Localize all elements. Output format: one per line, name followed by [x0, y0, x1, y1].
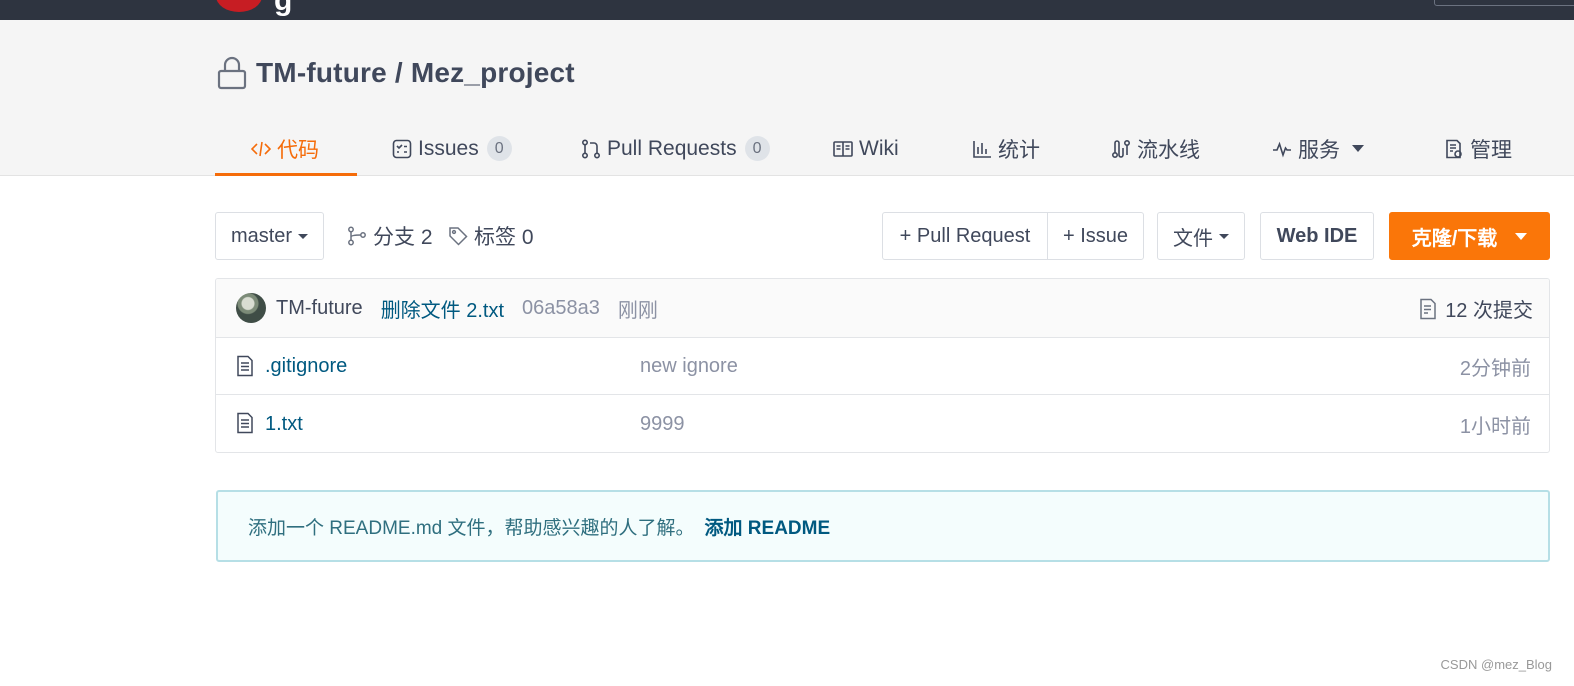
table-row[interactable]: .gitignore new ignore 2分钟前: [216, 339, 1549, 395]
file-name[interactable]: 1.txt: [265, 413, 303, 436]
file-list: TM-future 删除文件 2.txt 06a58a3 刚刚 12 次提交 .…: [215, 278, 1550, 453]
readme-tip-banner: 添加一个 README.md 文件，帮助感兴趣的人了解。 添加 README: [216, 490, 1550, 562]
file-icon: [237, 412, 253, 434]
gitee-logo-icon[interactable]: [216, 0, 262, 12]
tab-label: Pull Requests: [607, 136, 737, 160]
new-item-button-group: + Pull Request + Issue: [882, 212, 1144, 260]
tags-link[interactable]: 标签 0: [448, 212, 534, 260]
commit-count-label: 12 次提交: [1445, 300, 1533, 322]
commit-author[interactable]: TM-future: [276, 297, 363, 320]
pull-request-icon: [581, 138, 601, 159]
branch-select-label: master: [230, 224, 293, 247]
files-dropdown-label: 文件: [1173, 227, 1213, 250]
readme-tip-text: 添加一个 README.md 文件，帮助感兴趣的人了解。: [248, 517, 695, 539]
tab-label: 服务: [1298, 138, 1340, 162]
tab-label: 管理: [1470, 138, 1512, 162]
tab-admin[interactable]: 管理: [1444, 121, 1512, 176]
chevron-down-icon: [1352, 145, 1364, 152]
settings-doc-icon: [1446, 139, 1462, 158]
files-dropdown[interactable]: 文件: [1157, 212, 1245, 260]
file-commit-message[interactable]: 9999: [640, 413, 685, 436]
repo-header: TM-future / Mez_project 代码 Issues 0 Pull…: [0, 20, 1574, 176]
tab-pull-requests[interactable]: Pull Requests 0: [581, 121, 770, 176]
tab-issues[interactable]: Issues 0: [392, 121, 512, 176]
branches-link[interactable]: 分支 2: [347, 212, 433, 260]
tab-label: 统计: [998, 138, 1040, 162]
web-ide-button[interactable]: Web IDE: [1260, 212, 1374, 260]
add-readme-link[interactable]: 添加 README: [705, 513, 831, 540]
repo-name[interactable]: TM-future / Mez_project: [256, 57, 575, 89]
file-commit-message[interactable]: new ignore: [640, 355, 738, 378]
book-icon: [833, 140, 853, 157]
repo-toolbar: master 分支 2 标签 0 + Pull Request + Issue …: [215, 212, 1550, 260]
table-row[interactable]: 1.txt 9999 1小时前: [216, 396, 1549, 452]
branch-icon: [348, 226, 366, 246]
tag-icon: [449, 227, 468, 246]
commit-time: 刚刚: [617, 299, 658, 322]
top-navbar: g: [0, 0, 1574, 20]
tab-wiki[interactable]: Wiki: [833, 121, 899, 176]
commit-hash[interactable]: 06a58a3: [522, 297, 600, 320]
lock-icon: [217, 56, 247, 90]
file-icon: [237, 355, 253, 377]
chevron-down-icon: [1515, 232, 1528, 240]
tags-label: 标签 0: [474, 226, 534, 249]
caret-down-icon: [1219, 233, 1229, 239]
caret-down-icon: [298, 233, 309, 239]
pull-requests-count-badge: 0: [744, 136, 770, 161]
tab-label: Wiki: [859, 136, 899, 160]
tab-label: 流水线: [1137, 138, 1200, 162]
pulse-icon: [1273, 141, 1291, 158]
commit-message[interactable]: 删除文件 2.txt: [381, 294, 504, 323]
tab-label: Issues: [418, 136, 479, 160]
gitee-logo-letter[interactable]: g: [274, 0, 292, 18]
file-name[interactable]: .gitignore: [265, 355, 347, 378]
commit-count-link[interactable]: 12 次提交: [1419, 279, 1533, 338]
branches-label: 分支 2: [373, 226, 433, 249]
pipeline-icon: [1111, 139, 1131, 158]
branch-select[interactable]: master: [215, 212, 324, 260]
tab-services[interactable]: 服务: [1272, 121, 1364, 176]
file-time: 2分钟前: [1459, 358, 1531, 380]
bar-chart-icon: [973, 140, 991, 158]
file-time: 1小时前: [1459, 415, 1531, 438]
tab-pipeline[interactable]: 流水线: [1111, 121, 1200, 176]
latest-commit-bar: TM-future 删除文件 2.txt 06a58a3 刚刚 12 次提交: [216, 279, 1549, 338]
repo-tabs: 代码 Issues 0 Pull Requests 0 Wiki 统计 流水线 …: [215, 121, 1545, 176]
watermark: CSDN @mez_Blog: [1440, 657, 1552, 672]
search-input[interactable]: [1434, 0, 1574, 6]
new-issue-button[interactable]: + Issue: [1047, 213, 1143, 259]
repo-title: TM-future / Mez_project: [216, 56, 575, 90]
tab-code[interactable]: 代码: [251, 121, 319, 176]
clone-download-button[interactable]: 克隆/下载: [1389, 212, 1550, 260]
avatar[interactable]: [236, 293, 266, 323]
new-pull-request-button[interactable]: + Pull Request: [883, 213, 1047, 259]
issues-icon: [392, 139, 412, 158]
tab-label: 代码: [277, 138, 319, 162]
code-icon: [251, 141, 271, 156]
active-tab-indicator: [215, 173, 357, 176]
issues-count-badge: 0: [486, 136, 512, 161]
commits-icon: [1420, 298, 1436, 319]
tab-statistics[interactable]: 统计: [972, 121, 1040, 176]
clone-download-label: 克隆/下载: [1411, 227, 1498, 250]
